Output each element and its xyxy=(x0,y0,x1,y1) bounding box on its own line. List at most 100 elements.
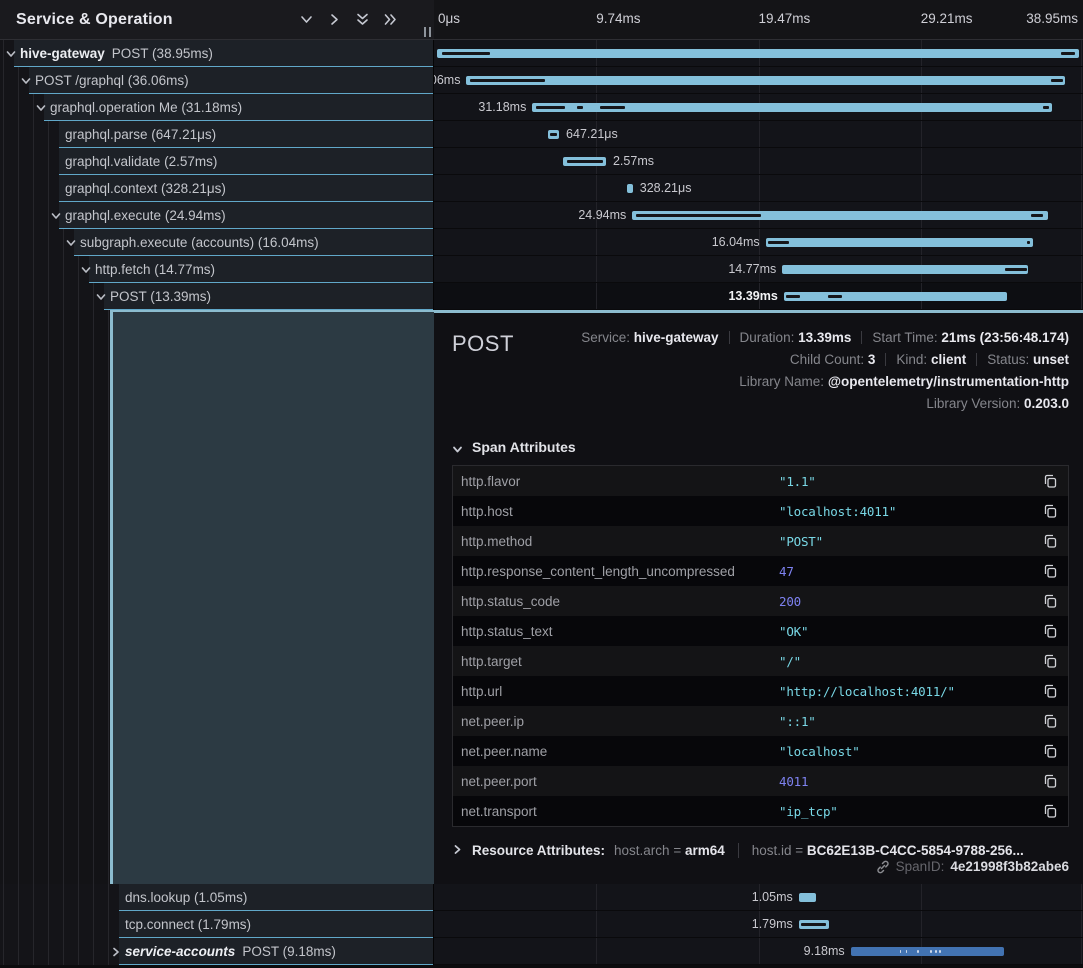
chevron-right-icon[interactable] xyxy=(110,945,122,957)
timeline-bar[interactable] xyxy=(627,184,633,193)
timeline-bar[interactable] xyxy=(437,49,1079,58)
collapse-one-icon[interactable] xyxy=(299,12,314,27)
timeline-gridline xyxy=(759,938,760,964)
timeline-bar[interactable] xyxy=(466,76,1064,85)
attribute-value: "localhost" xyxy=(779,744,1043,759)
span-row[interactable]: service-accountsPOST (9.18ms)9.18ms xyxy=(0,938,1083,965)
chevron-down-icon[interactable] xyxy=(50,209,62,221)
timeline-gridline xyxy=(921,884,922,910)
copy-icon[interactable] xyxy=(1043,563,1058,579)
span-detail-panel: POST Service: hive-gatewayDuration: 13.3… xyxy=(434,310,1083,884)
bar-child-marker xyxy=(935,950,937,953)
span-row[interactable]: POST /graphql (36.06ms)36.06ms xyxy=(0,67,1083,94)
copy-icon[interactable] xyxy=(1043,683,1058,699)
bar-child-marker xyxy=(1043,106,1049,109)
meta-value: hive-gateway xyxy=(634,330,719,345)
resource-key: host.id xyxy=(752,843,792,858)
span-row[interactable]: http.fetch (14.77ms)14.77ms xyxy=(0,256,1083,283)
timeline-axis: 0μs9.74ms19.47ms29.21ms38.95ms xyxy=(434,0,1083,39)
span-detail-band: POST Service: hive-gatewayDuration: 13.3… xyxy=(0,310,1083,884)
chevron-down-icon[interactable] xyxy=(65,236,77,248)
copy-icon[interactable] xyxy=(1043,473,1058,489)
timeline-bar[interactable] xyxy=(766,238,1033,247)
copy-icon[interactable] xyxy=(1043,713,1058,729)
span-service-name: hive-gateway xyxy=(20,46,105,61)
detail-meta-line: Service: hive-gatewayDuration: 13.39msSt… xyxy=(514,327,1069,349)
collapse-all-icon[interactable] xyxy=(355,12,370,27)
duration-label: 2.57ms xyxy=(613,148,654,175)
meta-value: client xyxy=(931,352,966,367)
attribute-key: http.method xyxy=(461,534,779,549)
copy-icon[interactable] xyxy=(1043,593,1058,609)
copy-icon[interactable] xyxy=(1043,653,1058,669)
meta-label: Kind: xyxy=(896,352,931,367)
chevron-down-icon[interactable] xyxy=(5,47,17,59)
span-row-tree-cell: hive-gatewayPOST (38.95ms) xyxy=(0,40,434,67)
attribute-key: net.peer.name xyxy=(461,744,779,759)
timeline-bar[interactable] xyxy=(632,211,1047,220)
meta-value: unset xyxy=(1033,352,1069,367)
span-row-label: graphql.context (328.21μs) xyxy=(65,175,226,202)
copy-icon[interactable] xyxy=(1043,803,1058,819)
timeline-gridline xyxy=(921,121,922,147)
copy-icon[interactable] xyxy=(1043,623,1058,639)
timeline-bar[interactable] xyxy=(532,103,1051,112)
indent-guides-strip xyxy=(0,310,110,884)
span-row[interactable]: subgraph.execute (accounts) (16.04ms)16.… xyxy=(0,229,1083,256)
timeline-bar[interactable] xyxy=(799,893,817,902)
attribute-row: http.host"localhost:4011" xyxy=(453,496,1068,526)
detail-meta-line: Library Name: @opentelemetry/instrumenta… xyxy=(514,371,1069,393)
span-operation-name: graphql.context (328.21μs) xyxy=(65,181,226,196)
timeline-bar[interactable] xyxy=(563,157,606,166)
panel-resize-handle[interactable] xyxy=(424,27,431,37)
timeline-bar[interactable] xyxy=(784,292,1007,301)
expand-all-icon[interactable] xyxy=(383,12,398,27)
chevron-down-icon[interactable] xyxy=(20,74,32,86)
span-row[interactable]: hive-gatewayPOST (38.95ms) xyxy=(0,40,1083,67)
span-row-timeline-cell: 13.39ms xyxy=(434,283,1083,310)
duration-label: 1.05ms xyxy=(752,884,793,911)
bar-child-marker xyxy=(442,52,490,55)
chevron-down-icon[interactable] xyxy=(95,290,107,302)
timeline-gridline xyxy=(596,229,597,255)
copy-icon[interactable] xyxy=(1043,773,1058,789)
span-row[interactable]: graphql.context (328.21μs) 328.21μs xyxy=(0,175,1083,202)
chevron-down-icon[interactable] xyxy=(80,263,92,275)
copy-icon[interactable] xyxy=(1043,743,1058,759)
span-row[interactable]: graphql.operation Me (31.18ms)31.18ms xyxy=(0,94,1083,121)
attribute-value: 200 xyxy=(779,594,1043,609)
bar-child-marker xyxy=(1027,241,1031,244)
span-row[interactable]: tcp.connect (1.79ms)1.79ms xyxy=(0,911,1083,938)
timeline-gridline xyxy=(1081,67,1082,93)
meta-label: Duration: xyxy=(740,330,799,345)
span-row[interactable]: graphql.parse (647.21μs)647.21μs xyxy=(0,121,1083,148)
timeline-bar[interactable] xyxy=(548,130,559,139)
span-row-timeline-cell: 1.79ms xyxy=(434,911,1083,938)
duration-label: 328.21μs xyxy=(640,175,692,202)
expand-one-icon[interactable] xyxy=(327,12,342,27)
link-icon[interactable] xyxy=(876,860,890,874)
timeline-tick-label: 38.95ms xyxy=(1026,11,1078,26)
timeline-bar[interactable] xyxy=(851,947,1004,956)
span-row[interactable]: POST (13.39ms)13.39ms xyxy=(0,283,1083,310)
span-row-label: POST /graphql (36.06ms) xyxy=(35,67,189,94)
copy-icon[interactable] xyxy=(1043,503,1058,519)
chevron-down-icon[interactable] xyxy=(35,101,47,113)
bar-child-marker xyxy=(786,295,800,298)
span-row-timeline-cell: 24.94ms xyxy=(434,202,1083,229)
timeline-bar[interactable] xyxy=(782,265,1028,274)
meta-divider xyxy=(976,353,977,366)
attribute-value: "::1" xyxy=(779,714,1043,729)
timeline-gridline xyxy=(921,911,922,937)
timeline-gridline xyxy=(1081,229,1082,255)
span-attributes-toggle[interactable]: Span Attributes xyxy=(452,439,1069,455)
span-row[interactable]: dns.lookup (1.05ms)1.05ms xyxy=(0,884,1083,911)
resource-attributes-row[interactable]: Resource Attributes: host.arch = arm64ho… xyxy=(452,843,1069,858)
timeline-bar[interactable] xyxy=(799,920,829,929)
span-row[interactable]: graphql.execute (24.94ms)24.94ms xyxy=(0,202,1083,229)
bar-child-marker xyxy=(636,214,761,217)
span-row-label: graphql.parse (647.21μs) xyxy=(65,121,216,148)
copy-icon[interactable] xyxy=(1043,533,1058,549)
span-row[interactable]: graphql.validate (2.57ms)2.57ms xyxy=(0,148,1083,175)
span-row-timeline-cell: 2.57ms xyxy=(434,148,1083,175)
